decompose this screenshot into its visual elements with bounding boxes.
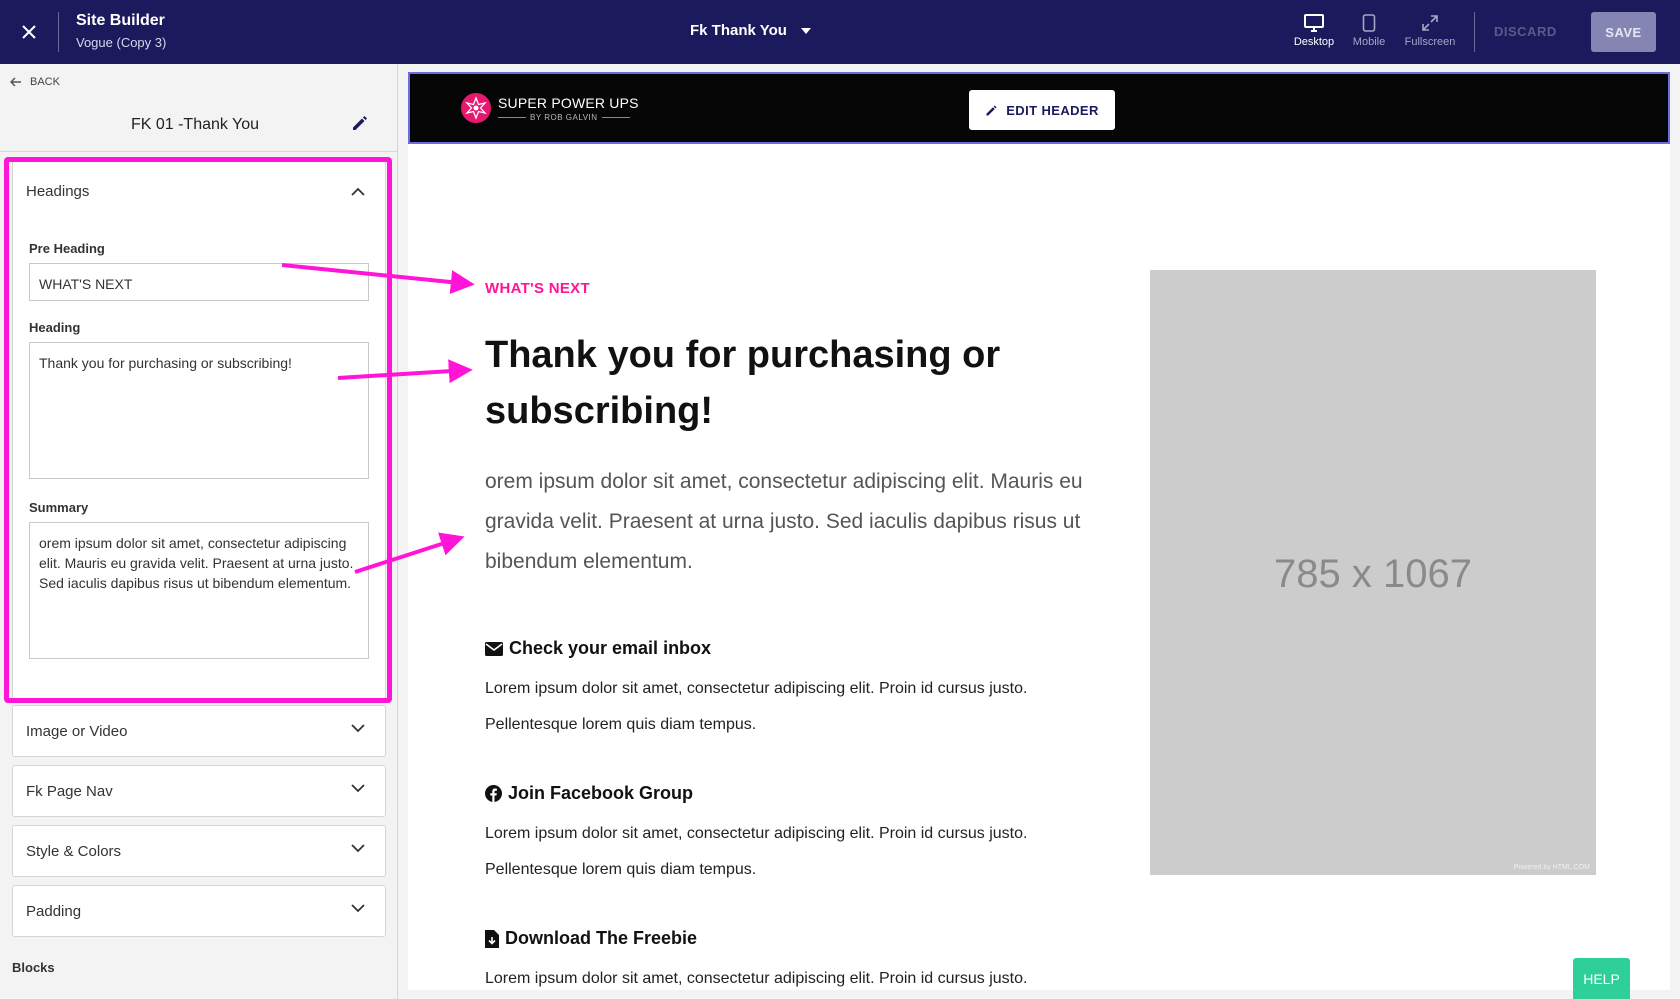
preview-pre-heading: WHAT'S NEXT: [485, 280, 590, 297]
preview-heading: Thank you for purchasing or subscribing!: [485, 334, 1001, 432]
section-label: Style & Colors: [26, 843, 122, 860]
pre-heading-label: Pre Heading: [29, 241, 105, 256]
blocks-label: Blocks: [12, 960, 55, 975]
image-placeholder-dimensions: 785 x 1067: [1274, 552, 1472, 596]
headings-section-title[interactable]: Headings: [26, 183, 89, 200]
item-title: Check your email inbox: [485, 638, 711, 659]
pre-heading-input[interactable]: WHAT'S NEXT: [29, 263, 369, 301]
item-title-text: Check your email inbox: [509, 638, 712, 658]
summary-label: Summary: [29, 500, 89, 515]
view-fullscreen-label: Fullscreen: [1404, 36, 1456, 48]
edit-header-button[interactable]: EDIT HEADER: [969, 90, 1115, 130]
section-label: Image or Video: [26, 723, 128, 740]
heading-label: Heading: [29, 320, 81, 335]
heading-textarea[interactable]: Thank you for purchasing or subscribing!: [29, 342, 369, 479]
back-link[interactable]: BACK: [10, 76, 60, 88]
item-body: Lorem ipsum dolor sit amet, consectetur …: [485, 680, 1028, 733]
page-name: FK 01 -Thank You: [130, 116, 260, 133]
section-label: Fk Page Nav: [26, 783, 113, 800]
expand-icon: [1422, 15, 1438, 31]
summary-textarea[interactable]: orem ipsum dolor sit amet, consectetur a…: [29, 522, 369, 659]
item-body: Lorem ipsum dolor sit amet, consectetur …: [485, 825, 1028, 878]
close-button[interactable]: [14, 17, 44, 47]
page-preview: SUPER POWER UPS BY ROB GALVIN EDIT HEADE…: [408, 72, 1670, 990]
divider: [0, 151, 398, 152]
arrow-left-icon: [10, 77, 21, 87]
section-padding[interactable]: Padding: [12, 885, 386, 937]
section-image-or-video[interactable]: Image or Video: [12, 705, 386, 757]
view-fullscreen-button[interactable]: Fullscreen: [1400, 14, 1460, 48]
preview-summary: orem ipsum dolor sit amet, consectetur a…: [485, 470, 1083, 573]
chevron-down-icon: [351, 844, 365, 853]
envelope-icon: [485, 641, 503, 656]
item-title: Download The Freebie: [485, 928, 697, 949]
sidebar: BACK FK 01 -Thank You Headings Pre Headi…: [0, 64, 398, 999]
section-fk-page-nav[interactable]: Fk Page Nav: [12, 765, 386, 817]
logo-main-text: SUPER POWER UPS: [498, 94, 639, 111]
help-button[interactable]: HELP: [1573, 958, 1630, 999]
app-title: Site Builder: [76, 12, 165, 29]
divider: [58, 12, 59, 52]
site-name: Vogue (Copy 3): [76, 35, 167, 50]
view-desktop-button[interactable]: Desktop: [1284, 14, 1344, 48]
view-desktop-label: Desktop: [1293, 36, 1335, 48]
file-download-icon: [485, 929, 499, 948]
chevron-up-icon[interactable]: [351, 183, 365, 201]
section-label: Padding: [26, 903, 82, 920]
image-placeholder-credit: Powered by HTML.COM: [1513, 864, 1590, 871]
page-selector[interactable]: Fk Thank You: [690, 22, 811, 39]
pencil-icon: [986, 104, 997, 116]
chevron-down-icon: [351, 784, 365, 793]
site-logo: SUPER POWER UPS BY ROB GALVIN: [460, 92, 639, 124]
image-placeholder: 785 x 1067 Powered by HTML.COM: [1150, 270, 1596, 875]
item-title-text: Join Facebook Group: [508, 783, 694, 803]
mobile-icon: [1362, 14, 1376, 32]
view-mobile-button[interactable]: Mobile: [1339, 14, 1399, 48]
item-body: Lorem ipsum dolor sit amet, consectetur …: [485, 970, 1028, 987]
edit-header-label: EDIT HEADER: [1006, 102, 1099, 118]
chevron-down-icon: [351, 904, 365, 913]
pencil-icon: [353, 116, 367, 130]
chevron-down-icon: [351, 724, 365, 733]
divider: [1474, 12, 1475, 52]
discard-button[interactable]: DISCARD: [1494, 24, 1557, 39]
section-style-colors[interactable]: Style & Colors: [12, 825, 386, 877]
top-bar: Site Builder Vogue (Copy 3) Fk Thank You…: [0, 0, 1680, 64]
view-mobile-label: Mobile: [1352, 36, 1386, 48]
star-badge-icon: [461, 93, 491, 123]
back-label: BACK: [30, 76, 60, 88]
close-icon: [22, 25, 36, 39]
page-selector-label: Fk Thank You: [690, 22, 787, 39]
item-title: Join Facebook Group: [485, 783, 693, 804]
facebook-icon: [485, 785, 502, 802]
item-title-text: Download The Freebie: [505, 928, 698, 948]
rename-page-button[interactable]: [351, 114, 369, 137]
preview-header: SUPER POWER UPS BY ROB GALVIN EDIT HEADE…: [408, 72, 1670, 144]
headings-section: Headings Pre Heading WHAT'S NEXT Heading…: [12, 160, 386, 700]
desktop-icon: [1304, 14, 1324, 32]
caret-down-icon: [800, 27, 811, 34]
logo-sub-text: BY ROB GALVIN: [498, 113, 639, 122]
save-button[interactable]: SAVE: [1591, 12, 1656, 52]
